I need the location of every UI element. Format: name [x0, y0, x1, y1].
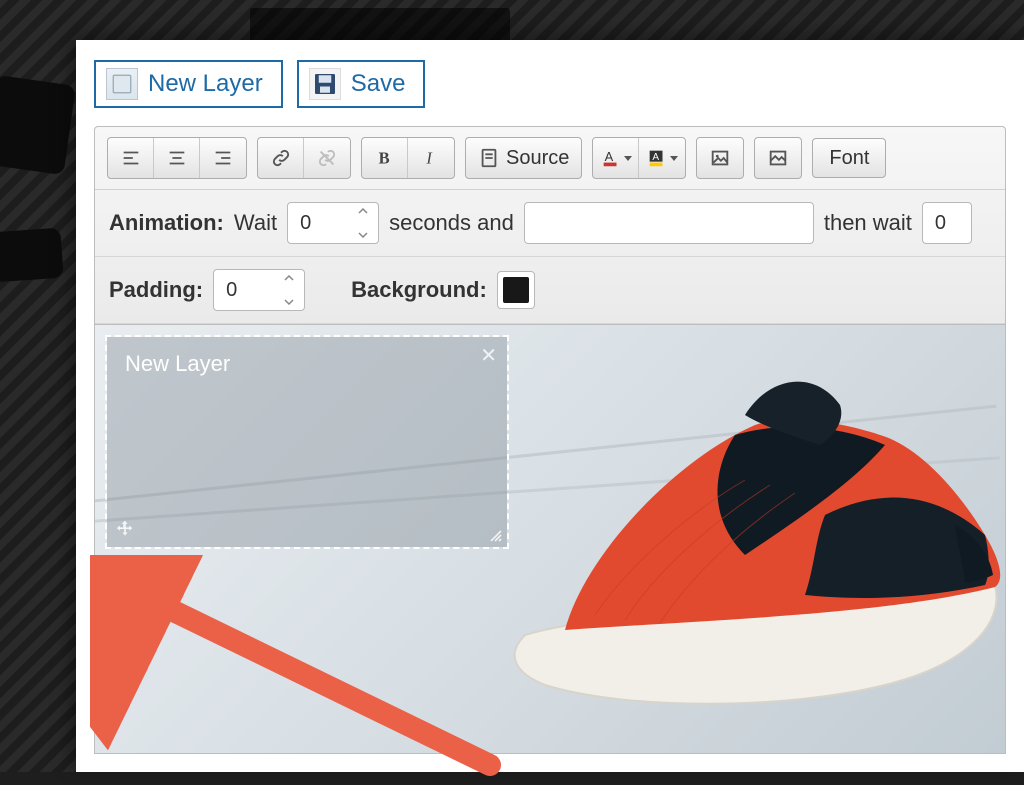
background-color-picker[interactable] [497, 271, 535, 309]
sneaker-image [485, 365, 1006, 745]
align-center-button[interactable] [154, 138, 200, 178]
move-handle-icon[interactable] [115, 519, 135, 539]
background-color-swatch [503, 277, 529, 303]
editor-toolbar: B I Source A A [95, 127, 1005, 190]
source-button[interactable]: Source [466, 138, 581, 178]
font-dropdown[interactable]: Font [812, 138, 886, 178]
svg-text:I: I [425, 149, 433, 168]
panel-action-bar: New Layer Save [76, 40, 1024, 126]
close-icon[interactable]: ✕ [480, 343, 497, 368]
align-group [107, 137, 247, 179]
slider-canvas[interactable]: New Layer ✕ [94, 324, 1006, 754]
padding-heading: Padding: [109, 277, 203, 303]
background-shape [0, 75, 76, 175]
svg-text:B: B [378, 149, 389, 168]
svg-text:A: A [653, 152, 660, 163]
source-group: Source [465, 137, 582, 179]
stepper-handles[interactable] [284, 275, 298, 305]
selected-layer[interactable]: New Layer ✕ [107, 337, 507, 547]
align-left-button[interactable] [108, 138, 154, 178]
seconds-and-label: seconds and [389, 210, 514, 236]
image-group-1 [696, 137, 744, 179]
insert-image-button[interactable] [697, 138, 743, 178]
background-shape [0, 228, 64, 283]
italic-button[interactable]: I [408, 138, 454, 178]
bold-button[interactable]: B [362, 138, 408, 178]
color-group: A A [592, 137, 686, 179]
wait-seconds-value: 0 [300, 212, 311, 235]
stepper-handles[interactable] [358, 208, 372, 238]
unlink-button[interactable] [304, 138, 350, 178]
animation-settings-row: Animation: Wait 0 seconds and then wait … [95, 190, 1005, 257]
padding-value: 0 [226, 279, 237, 302]
editor-panel: New Layer Save [76, 40, 1024, 772]
then-wait-seconds-value: 0 [935, 212, 946, 235]
save-icon [309, 68, 341, 100]
then-wait-label: then wait [824, 210, 912, 236]
padding-stepper[interactable]: 0 [213, 269, 305, 311]
layer-icon [106, 68, 138, 100]
align-right-button[interactable] [200, 138, 246, 178]
save-button[interactable]: Save [297, 60, 426, 108]
wait-label: Wait [234, 210, 277, 236]
media-library-button[interactable] [755, 138, 801, 178]
svg-text:A: A [604, 149, 613, 164]
new-layer-label: New Layer [148, 70, 263, 98]
text-color-button[interactable]: A [593, 138, 639, 178]
background-heading: Background: [351, 277, 487, 303]
font-label: Font [829, 147, 869, 170]
save-label: Save [351, 70, 406, 98]
layer-text: New Layer [125, 351, 230, 376]
chevron-down-icon [670, 156, 678, 161]
animation-action-input[interactable] [524, 202, 814, 244]
bg-color-button[interactable]: A [639, 138, 685, 178]
wait-seconds-stepper[interactable]: 0 [287, 202, 379, 244]
link-button[interactable] [258, 138, 304, 178]
image-group-2 [754, 137, 802, 179]
style-group: B I [361, 137, 455, 179]
resize-handle-icon[interactable] [489, 529, 503, 543]
chevron-down-icon [624, 156, 632, 161]
source-label: Source [506, 147, 569, 170]
new-layer-button[interactable]: New Layer [94, 60, 283, 108]
animation-heading: Animation: [109, 210, 224, 236]
link-group [257, 137, 351, 179]
rich-editor: B I Source A A [94, 126, 1006, 324]
padding-bg-row: Padding: 0 Background: [95, 257, 1005, 324]
then-wait-seconds-stepper[interactable]: 0 [922, 202, 972, 244]
